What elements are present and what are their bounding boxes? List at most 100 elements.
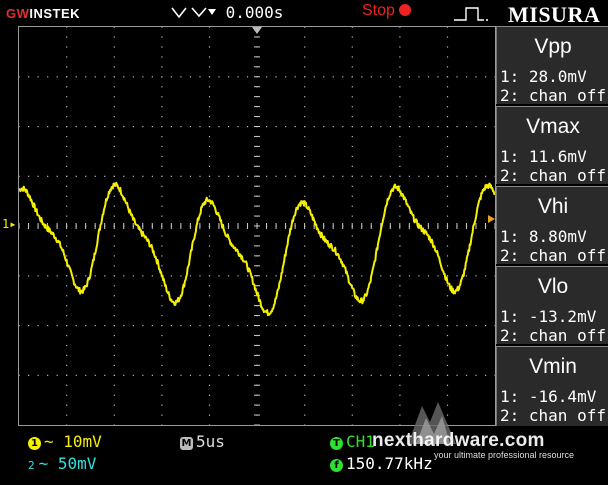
grid-dot <box>351 145 353 148</box>
grid-dot <box>332 126 334 128</box>
grid-dot <box>370 175 372 177</box>
run-stop-status[interactable]: Stop <box>362 2 411 20</box>
grid-dot <box>351 175 353 177</box>
waveform-display[interactable] <box>18 26 496 426</box>
measure-vmin[interactable]: Vmin 1: -16.4mV 2: chan off <box>496 346 608 426</box>
grid-dot <box>94 76 96 78</box>
grid-dot <box>427 275 430 277</box>
grid-dot <box>275 126 277 128</box>
stop-icon <box>398 4 411 16</box>
measure-ch1-value: 1: -13.2mV <box>500 307 597 326</box>
grid-dot <box>399 155 401 158</box>
grid-dot <box>199 374 201 376</box>
grid-dot <box>28 76 30 78</box>
measure-vhi[interactable]: Vhi 1: 8.80mV 2: chan off <box>496 186 608 265</box>
grid-dot <box>170 126 173 128</box>
grid-dot <box>370 126 372 128</box>
grid-dot <box>446 374 449 376</box>
grid-dot <box>113 96 115 98</box>
grid-dot <box>161 215 163 217</box>
watermark-site: nexthardware.com <box>372 430 545 451</box>
grid-dot <box>113 305 115 307</box>
grid-dot <box>113 344 115 347</box>
grid-dot <box>304 155 306 158</box>
grid-dot <box>132 275 134 277</box>
grid-dot <box>351 135 353 138</box>
grid-dot <box>208 106 211 108</box>
measure-vlo[interactable]: Vlo 1: -13.2mV 2: chan off <box>496 266 608 345</box>
ch2-scale[interactable]: 2 ~ 50mV <box>28 454 96 473</box>
grid-dot <box>132 126 134 128</box>
grid-dot <box>161 56 163 58</box>
grid-dot <box>66 334 68 337</box>
grid-dot <box>275 175 277 177</box>
grid-dot <box>304 145 306 148</box>
grid-dot <box>446 255 449 257</box>
grid-dot <box>465 175 468 177</box>
grid-dot <box>94 126 96 128</box>
grid-dot <box>66 155 68 158</box>
grid-dot <box>399 245 401 247</box>
grid-dot <box>361 325 363 327</box>
grid-dot <box>351 56 353 58</box>
grid-dot <box>351 46 353 48</box>
grid-dot <box>399 66 401 68</box>
grid-dot <box>123 374 125 376</box>
grid-dot <box>446 165 449 167</box>
grid-dot <box>94 325 96 327</box>
grid-dot <box>351 334 353 337</box>
trigger-source[interactable]: T CH1 <box>330 432 375 451</box>
grid-dot <box>437 374 439 376</box>
grid-dot <box>446 235 449 237</box>
grid-dot <box>161 245 163 247</box>
grid-dot <box>75 76 77 78</box>
grid-dot <box>142 325 144 327</box>
grid-dot <box>389 175 391 177</box>
grid-dot <box>399 76 401 78</box>
grid-dot <box>304 255 306 257</box>
grid-dot <box>113 285 115 287</box>
measure-ch1-value: 1: 28.0mV <box>500 67 587 86</box>
grid-dot <box>208 344 211 347</box>
grid-dot <box>170 76 173 78</box>
grid-dot <box>208 76 211 78</box>
trigger-badge-icon: T <box>330 437 343 450</box>
grid-dot <box>389 275 391 277</box>
grid-dot <box>227 126 230 128</box>
grid-dot <box>323 175 325 177</box>
grid-dot <box>37 126 39 128</box>
ch1-scale[interactable]: 1 ~ 10mV <box>28 432 102 451</box>
grid-dot <box>113 116 115 118</box>
grid-dot <box>123 325 125 327</box>
grid-dot <box>399 325 401 327</box>
grid-dot <box>456 76 458 78</box>
grid-dot <box>208 414 211 416</box>
grid-dot <box>399 265 401 267</box>
measure-vpp[interactable]: Vpp 1: 28.0mV 2: chan off <box>496 26 608 105</box>
measure-vmax[interactable]: Vmax 1: 11.6mV 2: chan off <box>496 106 608 185</box>
grid-dot <box>275 76 277 78</box>
grid-dot <box>456 374 458 376</box>
measure-label: Vpp <box>534 35 572 58</box>
grid-dot <box>237 126 239 128</box>
waveform-graticule <box>18 26 496 426</box>
grid-dot <box>180 76 182 78</box>
grid-dot <box>113 354 115 357</box>
grid-dot <box>208 116 211 118</box>
ch1-ground-marker[interactable]: 1▸ <box>2 217 16 231</box>
grid-dot <box>389 325 391 327</box>
timebase[interactable]: M 5us <box>180 432 225 451</box>
grid-dot <box>246 374 249 376</box>
grid-dot <box>66 374 68 376</box>
grid-dot <box>370 76 372 78</box>
grid-dot <box>18 374 20 376</box>
grid-dot <box>66 36 68 38</box>
grid-dot <box>446 135 449 138</box>
grid-dot <box>189 126 192 128</box>
grid-dot <box>208 86 211 88</box>
grid-dot <box>446 155 449 158</box>
grid-dot <box>104 374 106 376</box>
grid-dot <box>208 36 211 38</box>
grid-dot <box>446 384 449 386</box>
measure-ch2-value: 2: chan off <box>500 326 606 345</box>
